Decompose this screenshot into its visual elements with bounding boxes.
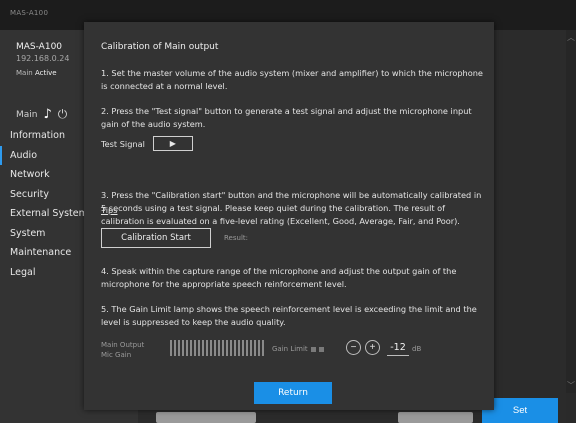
device-info: MAS-A100 192.168.0.24 Main Active — [16, 42, 69, 77]
scrollbar[interactable]: ︿ ﹀ — [566, 30, 576, 393]
device-status-value: Active — [34, 69, 57, 77]
gain-limit-lamp-icon — [318, 346, 324, 352]
gain-limit-lamp-icon — [310, 346, 316, 352]
device-ip: 192.168.0.24 — [16, 54, 70, 63]
mic-gain-label: Mic Gain — [101, 351, 132, 359]
device-control-label: Main — [16, 109, 38, 120]
calibration-start-button[interactable]: Calibration Start — [101, 228, 211, 248]
meter-labels: Main Output Mic Gain — [101, 340, 144, 360]
return-button[interactable]: Return — [254, 382, 332, 404]
device-status: Main Active — [16, 69, 69, 77]
calibration-result: Result: — [224, 234, 248, 242]
scroll-up-icon[interactable]: ︿ — [567, 32, 575, 43]
device-status-label: Main — [16, 69, 33, 77]
test-signal-button[interactable]: ▶ — [152, 136, 193, 151]
gain-decrease-button[interactable]: − — [346, 340, 361, 355]
tips-link[interactable]: Tips — [101, 205, 118, 215]
background-button-left[interactable] — [156, 412, 256, 423]
device-controls: Main ♪ ⏻ — [16, 107, 67, 122]
plus-icon: + — [369, 341, 376, 353]
mic-gain-unit: dB — [412, 345, 422, 353]
music-note-icon[interactable]: ♪ — [44, 107, 52, 122]
play-icon: ▶ — [169, 139, 176, 148]
minus-icon: − — [350, 341, 357, 353]
background-button-right[interactable] — [398, 412, 473, 423]
device-name: MAS-A100 — [16, 42, 63, 52]
step-2-text: 2. Press the "Test signal" button to gen… — [101, 106, 472, 129]
step-5-text: 5. The Gain Limit lamp shows the speech … — [101, 304, 477, 327]
step-3-text: 3. Press the "Calibration start" button … — [101, 190, 482, 226]
mic-gain-value[interactable]: -12 — [387, 342, 409, 356]
level-meter — [170, 340, 264, 356]
test-signal-label: Test Signal — [101, 138, 145, 149]
gain-limit-label: Gain Limit — [272, 345, 308, 353]
calibration-dialog: Calibration of Main output 1. Set the ma… — [84, 22, 494, 410]
gain-limit-indicator: Gain Limit — [272, 345, 324, 353]
main-output-label: Main Output — [101, 341, 145, 349]
dialog-title: Calibration of Main output — [101, 42, 219, 52]
step-4-text: 4. Speak within the capture range of the… — [101, 266, 457, 289]
step-1-text: 1. Set the master volume of the audio sy… — [101, 68, 483, 91]
scroll-down-icon[interactable]: ﹀ — [567, 380, 575, 391]
product-name: MAS-A100 — [10, 9, 49, 17]
gain-increase-button[interactable]: + — [365, 340, 380, 355]
power-icon[interactable]: ⏻ — [58, 107, 68, 122]
test-signal-row: Test Signal ▶ — [101, 136, 193, 151]
